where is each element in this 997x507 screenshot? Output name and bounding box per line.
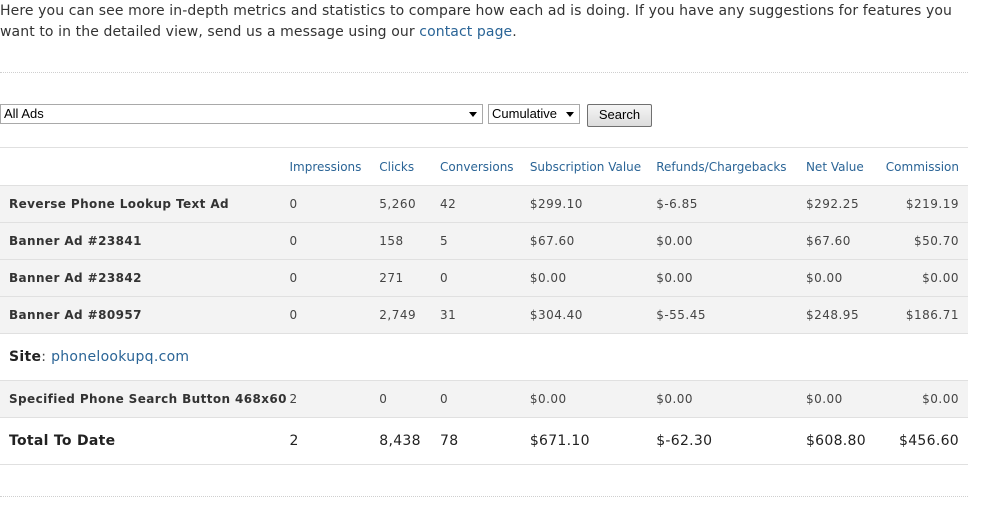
ad-name: Specified Phone Search Button 468x60 xyxy=(0,380,290,418)
col-header-refunds[interactable]: Refunds/Chargebacks xyxy=(656,147,806,186)
col-header-conversions[interactable]: Conversions xyxy=(440,147,530,186)
bottom-divider xyxy=(0,496,968,497)
site-label: Site xyxy=(9,349,42,365)
conversions-cell: 5 xyxy=(440,222,530,260)
col-header-net-value[interactable]: Net Value xyxy=(805,147,886,186)
contact-page-link[interactable]: contact page xyxy=(419,24,512,40)
chevron-down-icon xyxy=(566,112,574,117)
impressions-cell: 0 xyxy=(289,185,380,223)
total-row: Total To Date 2 8,438 78 $671.10 $-62.30… xyxy=(0,417,968,465)
site-group-header: Site: phonelookupq.com xyxy=(0,333,968,381)
intro-text-after: . xyxy=(512,24,517,40)
conversions-cell: 0 xyxy=(440,380,530,418)
total-commission: $456.60 xyxy=(885,417,968,465)
commission-cell: $0.00 xyxy=(885,380,968,418)
impressions-cell: 0 xyxy=(289,259,380,297)
conversions-cell: 42 xyxy=(440,185,530,223)
site-heading: Site: phonelookupq.com xyxy=(0,333,968,381)
ad-name: Reverse Phone Lookup Text Ad xyxy=(0,185,290,223)
intro-text: Here you can see more in-depth metrics a… xyxy=(0,1,975,43)
net-value-cell: $0.00 xyxy=(805,380,886,418)
col-header-subscription-value[interactable]: Subscription Value xyxy=(529,147,657,186)
ad-name: Banner Ad #80957 xyxy=(0,296,290,334)
commission-cell: $219.19 xyxy=(885,185,968,223)
period-select-value: Cumulative xyxy=(492,106,558,121)
table-header-row: Impressions Clicks Conversions Subscript… xyxy=(0,147,968,186)
col-header-clicks[interactable]: Clicks xyxy=(379,147,441,186)
table-row: Specified Phone Search Button 468x60 2 0… xyxy=(0,380,968,418)
net-value-cell: $67.60 xyxy=(805,222,886,260)
col-header-commission[interactable]: Commission xyxy=(885,147,968,186)
conversions-cell: 0 xyxy=(440,259,530,297)
subscription-value-cell: $0.00 xyxy=(529,380,657,418)
top-divider xyxy=(0,72,968,73)
impressions-cell: 0 xyxy=(289,296,380,334)
col-header-impressions[interactable]: Impressions xyxy=(289,147,380,186)
impressions-cell: 0 xyxy=(289,222,380,260)
table-row: Banner Ad #80957 0 2,749 31 $304.40 $-55… xyxy=(0,296,968,334)
subscription-value-cell: $67.60 xyxy=(529,222,657,260)
site-separator: : xyxy=(41,349,52,365)
subscription-value-cell: $304.40 xyxy=(529,296,657,334)
refunds-cell: $0.00 xyxy=(656,380,806,418)
clicks-cell: 2,749 xyxy=(379,296,441,334)
commission-cell: $186.71 xyxy=(885,296,968,334)
total-conversions: 78 xyxy=(440,417,530,465)
net-value-cell: $248.95 xyxy=(805,296,886,334)
total-clicks: 8,438 xyxy=(379,417,441,465)
refunds-cell: $-6.85 xyxy=(656,185,806,223)
table-row: Banner Ad #23842 0 271 0 $0.00 $0.00 $0.… xyxy=(0,259,968,297)
refunds-cell: $0.00 xyxy=(656,222,806,260)
ad-name: Banner Ad #23842 xyxy=(0,259,290,297)
chevron-down-icon xyxy=(469,112,477,117)
impressions-cell: 2 xyxy=(289,380,380,418)
refunds-cell: $0.00 xyxy=(656,259,806,297)
table-row: Banner Ad #23841 0 158 5 $67.60 $0.00 $6… xyxy=(0,222,968,260)
ad-select-value: All Ads xyxy=(4,106,44,121)
total-impressions: 2 xyxy=(289,417,380,465)
subscription-value-cell: $0.00 xyxy=(529,259,657,297)
total-label: Total To Date xyxy=(0,417,290,465)
clicks-cell: 0 xyxy=(379,380,441,418)
subscription-value-cell: $299.10 xyxy=(529,185,657,223)
ad-select[interactable]: All Ads xyxy=(0,104,483,124)
total-refunds: $-62.30 xyxy=(656,417,806,465)
net-value-cell: $0.00 xyxy=(805,259,886,297)
net-value-cell: $292.25 xyxy=(805,185,886,223)
clicks-cell: 271 xyxy=(379,259,441,297)
search-button[interactable]: Search xyxy=(587,104,652,127)
col-header-name xyxy=(0,147,290,186)
ad-name: Banner Ad #23841 xyxy=(0,222,290,260)
commission-cell: $0.00 xyxy=(885,259,968,297)
total-net-value: $608.80 xyxy=(805,417,886,465)
clicks-cell: 158 xyxy=(379,222,441,260)
conversions-cell: 31 xyxy=(440,296,530,334)
site-link[interactable]: phonelookupq.com xyxy=(51,349,189,365)
refunds-cell: $-55.45 xyxy=(656,296,806,334)
table-row: Reverse Phone Lookup Text Ad 0 5,260 42 … xyxy=(0,185,968,223)
total-subscription-value: $671.10 xyxy=(529,417,657,465)
period-select[interactable]: Cumulative xyxy=(488,104,580,124)
stats-table: Impressions Clicks Conversions Subscript… xyxy=(0,147,968,465)
commission-cell: $50.70 xyxy=(885,222,968,260)
clicks-cell: 5,260 xyxy=(379,185,441,223)
